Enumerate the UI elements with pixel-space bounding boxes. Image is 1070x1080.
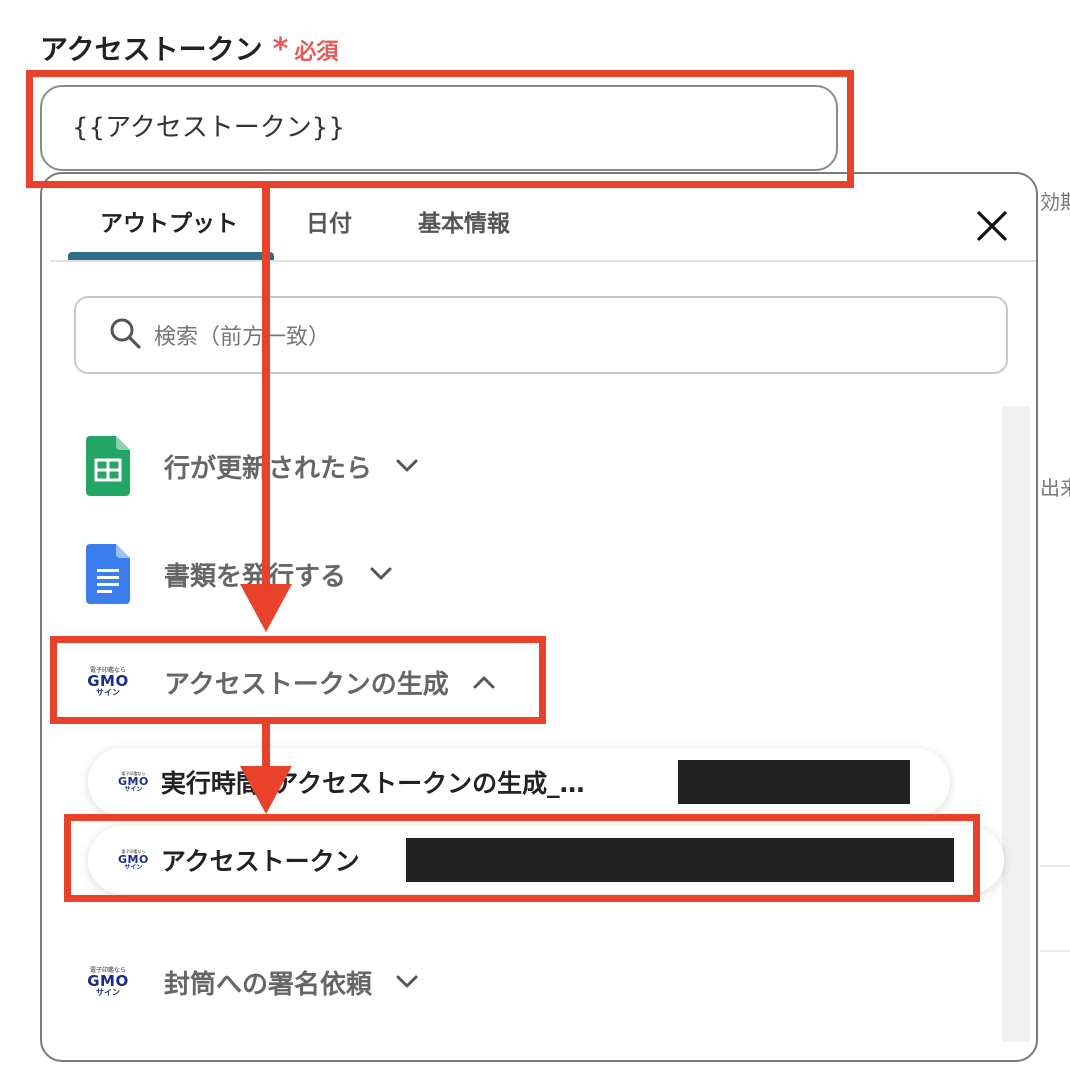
section-label: 封筒への署名依頼: [164, 969, 373, 1000]
background-divider: [1040, 950, 1070, 952]
annotation-arrow-shaft: [262, 724, 270, 770]
chevron-down-icon: [396, 975, 418, 989]
search-icon: [108, 316, 142, 354]
tab-basic-info[interactable]: 基本情報: [418, 204, 510, 238]
tab-date[interactable]: 日付: [306, 204, 352, 238]
tab-output[interactable]: アウトプット: [100, 204, 238, 238]
close-icon[interactable]: [974, 208, 1010, 244]
annotation-arrow-shaft: [262, 188, 270, 588]
search-input[interactable]: 検索（前方一致）: [74, 296, 1008, 374]
annotation-highlight-input: [26, 70, 854, 188]
search-placeholder: 検索（前方一致）: [154, 325, 331, 350]
gmo-sign-logo-icon: 電子印鑑なら GMO サイン: [118, 771, 149, 793]
variable-picker-panel: アウトプット 日付 基本情報 検索（前方一致） 書類を発行する 電子印鑑なら G…: [40, 172, 1038, 1062]
gmo-logo-sign: サイン: [96, 987, 120, 997]
required-asterisk: *: [272, 32, 289, 67]
chevron-down-icon: [370, 567, 392, 581]
google-docs-icon: [78, 544, 138, 604]
gmo-logo-mark: GMO: [87, 971, 129, 990]
required-text: 必須: [294, 40, 339, 65]
gmo-logo-sign: サイン: [124, 785, 143, 793]
active-tab-indicator: [68, 252, 274, 260]
annotation-highlight-section: [50, 636, 546, 724]
annotation-arrow-head: [240, 766, 292, 814]
tab-divider: [50, 260, 1036, 262]
redacted-value: [678, 760, 910, 804]
background-divider: [1040, 865, 1070, 867]
gmo-sign-logo-icon: 電子印鑑なら GMO サイン: [78, 967, 138, 997]
gmo-logo-mark: GMO: [118, 774, 149, 788]
background-clipped-text-middle: 出来: [1040, 476, 1070, 500]
annotation-highlight-output: [64, 814, 980, 902]
google-sheets-icon: [78, 436, 138, 496]
scrollbar[interactable]: [1002, 406, 1030, 1042]
field-label: アクセストークン * 必須: [40, 28, 338, 68]
background-clipped-text-top: 効期: [1040, 190, 1070, 214]
annotation-arrow-head: [240, 584, 292, 632]
section-row-spreadsheet-update[interactable]: 行が更新されたら: [78, 426, 418, 506]
field-label-text: アクセストークン: [40, 33, 263, 66]
output-item-label: 実行時間_アクセストークンの生成_…: [160, 769, 585, 798]
section-row-envelope-signature-request[interactable]: 電子印鑑なら GMO サイン 封筒への署名依頼: [78, 942, 418, 1022]
chevron-down-icon: [396, 459, 418, 473]
section-row-issue-document[interactable]: 書類を発行する: [78, 534, 392, 614]
